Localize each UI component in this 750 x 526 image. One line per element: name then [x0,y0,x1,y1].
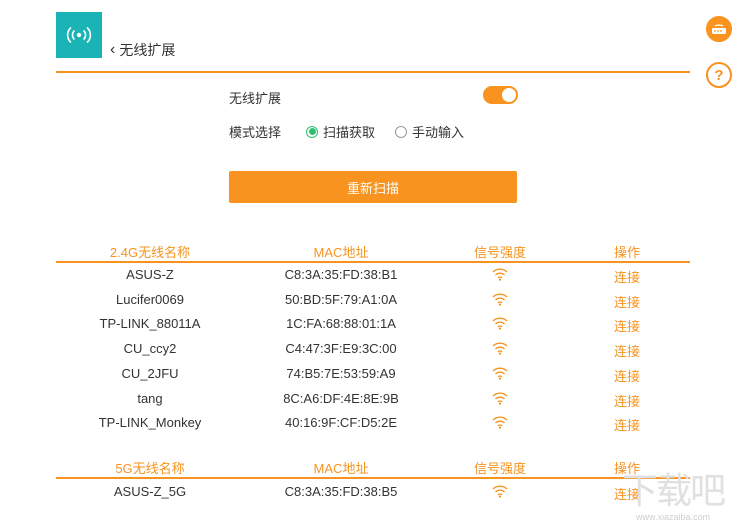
col-ssid-header: 5G无线名称 [115,461,185,476]
connect-link[interactable]: 连接 [614,267,640,286]
table-row: TP-LINK_88011A 1C:FA:68:88:01:1A 连接 [56,312,690,336]
rescan-button[interactable]: 重新扫描 [229,171,517,203]
table-row: ASUS-Z_5G C8:3A:35:FD:38:B5 连接 [56,480,690,504]
mac-cell: 8C:A6:DF:4E:8E:9B [283,390,399,406]
watermark-url: www.xiazaiba.com [636,512,711,522]
mac-cell: C8:3A:35:FD:38:B5 [284,484,398,499]
mode-scan-radio[interactable]: 扫描获取 [306,122,375,141]
connect-link[interactable]: 连接 [614,292,640,311]
wifi-signal-icon [492,484,508,498]
connect-link[interactable]: 连接 [614,391,640,410]
mac-cell: 1C:FA:68:88:01:1A [286,316,396,332]
table-row: CU_2JFU 74:B5:7E:53:59:A9 连接 [56,362,690,386]
mac-cell: 40:16:9F:CF:D5:2E [285,415,397,431]
wifi-signal-icon [492,267,508,281]
connect-link[interactable]: 连接 [614,366,640,385]
table-row: TP-LINK_Monkey 40:16:9F:CF:D5:2E 连接 [56,411,690,435]
ssid-cell: tang [137,390,163,406]
col-mac-header: MAC地址 [313,245,369,260]
table-24g-header: 2.4G无线名称 MAC地址 信号强度 操作 [56,240,690,260]
mac-cell: C8:3A:35:FD:38:B1 [284,267,398,282]
ssid-cell: Lucifer0069 [116,291,184,307]
ssid-cell: ASUS-Z_5G [113,484,187,499]
mac-cell: C4:47:3F:E9:3C:00 [285,341,397,357]
col-action-header: 操作 [613,245,641,260]
wifi-signal-icon [492,292,508,306]
col-signal-header: 信号强度 [473,461,527,476]
wifi-signal-icon [492,366,508,380]
radio-unselected-icon [395,125,407,138]
wireless-extend-toggle[interactable] [483,86,518,104]
connect-link[interactable]: 连接 [614,316,640,335]
toggle-knob [502,88,516,102]
table-row: CU_ccy2 C4:47:3F:E9:3C:00 连接 [56,337,690,361]
wifi-signal-icon [492,391,508,405]
table-row: tang 8C:A6:DF:4E:8E:9B 连接 [56,387,690,411]
wifi-signal-icon [492,316,508,331]
router-icon[interactable] [706,16,732,42]
wireless-broadcast-icon [56,12,102,58]
connect-link[interactable]: 连接 [614,341,640,360]
ssid-cell: CU_2JFU [121,365,179,381]
table-5g-header: 5G无线名称 MAC地址 信号强度 操作 [56,456,690,476]
col-signal-header: 信号强度 [473,245,527,260]
connect-link[interactable]: 连接 [614,415,640,434]
ssid-cell: CU_ccy2 [123,341,177,357]
ssid-cell: TP-LINK_Monkey [98,415,202,431]
header-divider [56,71,690,73]
wifi-signal-icon [492,341,508,355]
wireless-extend-label: 无线扩展 [229,91,282,106]
col-mac-header: MAC地址 [313,461,369,476]
ssid-cell: TP-LINK_88011A [99,316,201,332]
mode-select-label: 模式选择 [229,125,282,140]
wireless-extend-page: ‹ 无线扩展 ? 无线扩展 模式选择 扫描获取 手动输入 重新扫描 2.4G无线… [0,0,750,526]
mode-manual-radio[interactable]: 手动输入 [395,122,464,141]
table-row: ASUS-Z C8:3A:35:FD:38:B1 连接 [56,263,690,287]
mac-cell: 50:BD:5F:79:A1:0A [284,291,398,307]
page-title: 无线扩展 [119,42,176,58]
radio-selected-icon [306,125,318,138]
mac-cell: 74:B5:7E:53:59:A9 [286,365,396,381]
col-ssid-header: 2.4G无线名称 [109,245,191,260]
mode-scan-label: 扫描获取 [323,125,376,140]
mode-manual-label: 手动输入 [412,125,465,140]
wifi-signal-icon [492,415,508,429]
table-row: Lucifer0069 50:BD:5F:79:A1:0A 连接 [56,288,690,312]
table-5g-divider [56,477,690,479]
watermark-logo: 下载吧 [622,471,726,512]
ssid-cell: ASUS-Z [126,267,174,282]
chevron-left-icon: ‹ [110,41,116,58]
help-icon[interactable]: ? [706,62,732,88]
back-button[interactable]: ‹ 无线扩展 [110,40,175,60]
